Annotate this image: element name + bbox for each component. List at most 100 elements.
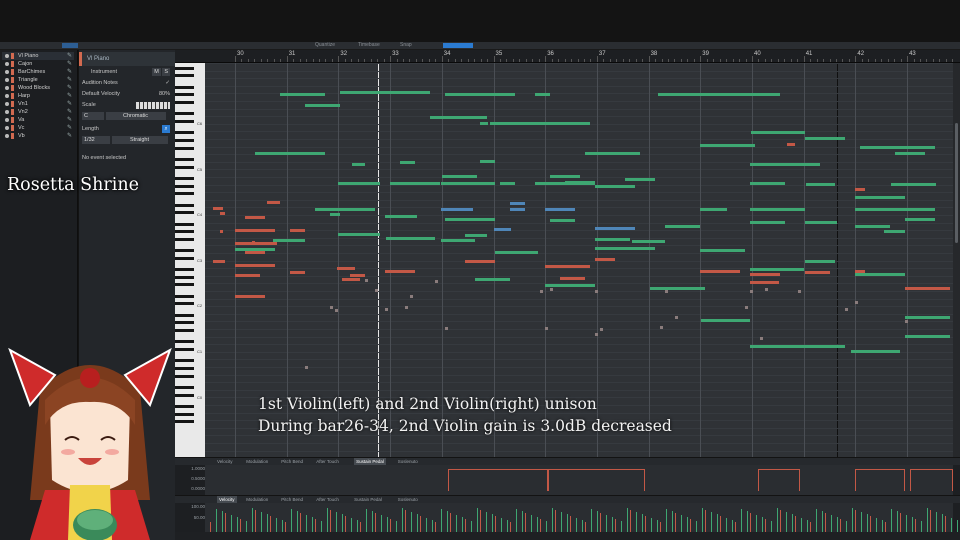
mute-button[interactable]: M	[152, 68, 161, 76]
violin1-note[interactable]	[855, 225, 890, 228]
pencil-icon[interactable]: ✎	[67, 100, 72, 108]
black-key[interactable]	[175, 139, 194, 142]
black-key[interactable]	[175, 165, 194, 169]
percussion-hit[interactable]	[405, 306, 408, 309]
lane-tab[interactable]: Soslenuto	[398, 496, 418, 503]
velocity-bar[interactable]	[840, 519, 841, 532]
violin1-note[interactable]	[750, 268, 804, 271]
record-icon[interactable]	[5, 134, 9, 138]
velocity-bar[interactable]	[801, 518, 802, 532]
velocity-bar[interactable]	[936, 512, 937, 532]
velocity-bar[interactable]	[570, 516, 571, 532]
velocity-bar[interactable]	[576, 518, 577, 532]
velocity-bar[interactable]	[681, 515, 682, 532]
violin2-note[interactable]	[263, 242, 277, 245]
velocity-bar[interactable]	[747, 511, 748, 532]
velocity-bar[interactable]	[672, 511, 673, 532]
track-item[interactable]: Vn1 ✎	[2, 100, 74, 108]
track-item[interactable]: Harp ✎	[2, 92, 74, 100]
violin1-note[interactable]	[338, 233, 380, 236]
violin1-note[interactable]	[595, 185, 635, 188]
violin1-note[interactable]	[385, 215, 417, 218]
velocity-bar[interactable]	[615, 519, 616, 532]
velocity-bar[interactable]	[537, 517, 538, 532]
scale-type-select[interactable]: Chromatic	[105, 112, 166, 120]
pencil-icon[interactable]: ✎	[67, 124, 72, 132]
violin1-note[interactable]	[400, 161, 415, 164]
velocity-bar[interactable]	[711, 512, 712, 532]
velocity-bar[interactable]	[327, 508, 328, 532]
pencil-icon[interactable]: ✎	[67, 68, 72, 76]
pencil-icon[interactable]: ✎	[67, 52, 72, 60]
sustain-segment[interactable]	[855, 469, 905, 491]
velocity-bar[interactable]	[630, 510, 631, 532]
violin1-note[interactable]	[855, 273, 905, 276]
velocity-bar[interactable]	[360, 522, 361, 532]
violin1-note[interactable]	[650, 287, 705, 290]
velocity-bar[interactable]	[591, 509, 592, 532]
velocity-bar[interactable]	[441, 509, 442, 532]
velocity-bar[interactable]	[546, 521, 547, 532]
violin2-note[interactable]	[220, 212, 225, 215]
black-key[interactable]	[175, 66, 194, 70]
violin1-note[interactable]	[541, 122, 590, 125]
violin2-note[interactable]	[290, 271, 305, 274]
velocity-bar[interactable]	[390, 519, 391, 532]
violin1-note[interactable]	[545, 284, 595, 287]
lane-tab[interactable]: Sustain Pedal	[354, 458, 386, 465]
violin2-note[interactable]	[385, 270, 415, 273]
sustain-lane[interactable]: 1.0000 0.5000 0.0000	[175, 465, 960, 495]
velocity-bar[interactable]	[870, 516, 871, 532]
black-key[interactable]	[175, 256, 194, 260]
velocity-bar[interactable]	[267, 514, 268, 532]
violin2-note[interactable]	[245, 216, 265, 219]
violin1-note[interactable]	[445, 218, 495, 221]
percussion-hit[interactable]	[540, 290, 543, 293]
violin1-note[interactable]	[315, 208, 375, 211]
black-key[interactable]	[175, 294, 194, 298]
velocity-bar[interactable]	[741, 509, 742, 532]
velocity-bar[interactable]	[402, 508, 403, 532]
velocity-bar[interactable]	[885, 522, 886, 532]
violin1-note[interactable]	[851, 350, 900, 353]
velocity-bar[interactable]	[837, 517, 838, 532]
percussion-hit[interactable]	[798, 290, 801, 293]
violin1-note[interactable]	[855, 208, 905, 211]
velocity-bar[interactable]	[831, 515, 832, 532]
velocity-bar[interactable]	[945, 516, 946, 532]
velocity-bar[interactable]	[762, 517, 763, 532]
violin2-note[interactable]	[350, 274, 365, 277]
velocity-bar[interactable]	[222, 511, 223, 532]
violin1-note[interactable]	[905, 335, 950, 338]
violin2-note[interactable]	[235, 274, 260, 277]
velocity-bar[interactable]	[900, 513, 901, 532]
velocity-bar[interactable]	[561, 512, 562, 532]
violin1-note[interactable]	[475, 278, 510, 281]
velocity-bar[interactable]	[696, 521, 697, 532]
velocity-bar[interactable]	[780, 510, 781, 532]
violin1-note[interactable]	[330, 213, 340, 216]
velocity-bar[interactable]	[567, 514, 568, 532]
velocity-bar[interactable]	[756, 515, 757, 532]
velocity-bar[interactable]	[210, 522, 211, 532]
violin2-note[interactable]	[750, 281, 779, 284]
velocity-bar[interactable]	[351, 518, 352, 532]
percussion-hit[interactable]	[365, 279, 368, 282]
checkmark-icon[interactable]: ✓	[165, 79, 170, 88]
velocity-bar[interactable]	[765, 519, 766, 532]
percussion-hit[interactable]	[750, 290, 753, 293]
velocity-bar[interactable]	[510, 522, 511, 532]
pencil-icon[interactable]: ✎	[67, 92, 72, 100]
violin1-note[interactable]	[305, 104, 340, 107]
velocity-bar[interactable]	[795, 516, 796, 532]
velocity-bar[interactable]	[447, 511, 448, 532]
black-key[interactable]	[175, 313, 194, 317]
percussion-hit[interactable]	[765, 288, 768, 291]
velocity-bar[interactable]	[705, 510, 706, 532]
velocity-bar[interactable]	[486, 512, 487, 532]
record-icon[interactable]	[5, 102, 9, 106]
violin2-note[interactable]	[252, 241, 255, 244]
violin2-note[interactable]	[235, 242, 265, 245]
velocity-bar[interactable]	[852, 508, 853, 532]
velocity-bar[interactable]	[540, 519, 541, 532]
